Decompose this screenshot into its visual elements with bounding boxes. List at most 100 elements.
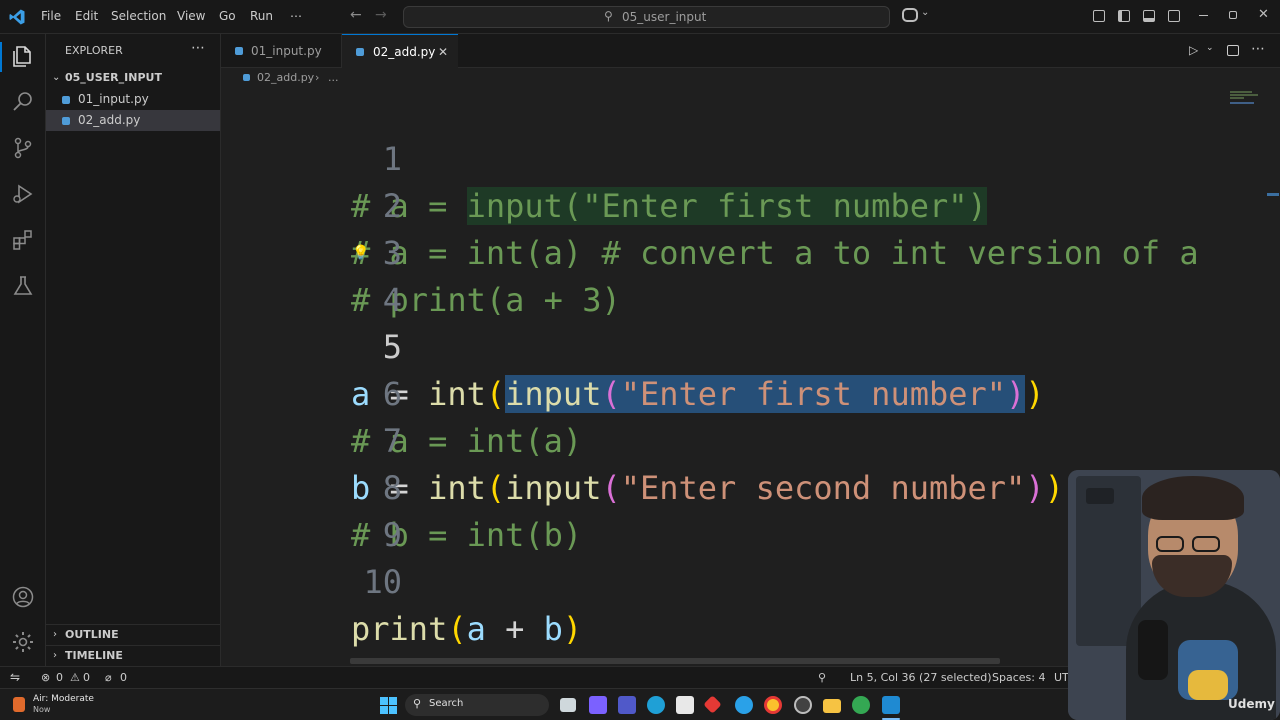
explorer-icon[interactable] bbox=[11, 44, 35, 68]
timeline-title: TIMELINE bbox=[65, 649, 123, 662]
vscode-taskbar-icon[interactable] bbox=[882, 696, 900, 714]
file-name: 01_input.py bbox=[78, 92, 149, 106]
taskbar-search-box[interactable]: ⚲ Search bbox=[405, 694, 549, 716]
breadcrumb-more[interactable]: ... bbox=[328, 71, 339, 84]
taskbar-search-label: Search bbox=[429, 698, 464, 709]
remote-icon[interactable]: ⇋ bbox=[10, 667, 20, 688]
toggle-sidebar-icon[interactable] bbox=[1118, 10, 1130, 22]
testing-flask-icon[interactable] bbox=[11, 274, 35, 298]
vscode-logo-icon bbox=[8, 8, 26, 26]
menu-selection[interactable]: Selection bbox=[111, 9, 166, 23]
zoom-icon[interactable]: ⚲ bbox=[818, 667, 826, 688]
split-editor-icon[interactable] bbox=[1227, 45, 1239, 56]
code-line: 6 # a = int(a) bbox=[221, 324, 582, 460]
close-tab-icon[interactable]: ✕ bbox=[438, 35, 448, 69]
minimap[interactable] bbox=[1230, 90, 1260, 104]
warning-count[interactable]: 0 bbox=[83, 667, 90, 688]
code-line: 10 print(a + b) bbox=[221, 512, 582, 648]
lightbulb-icon[interactable]: 💡 bbox=[352, 230, 369, 277]
error-icon[interactable]: ⊗ bbox=[41, 667, 50, 688]
teams-icon[interactable] bbox=[618, 696, 636, 714]
extensions-icon[interactable] bbox=[11, 228, 35, 252]
browser-icon[interactable] bbox=[735, 696, 753, 714]
ports-count[interactable]: 0 bbox=[120, 667, 127, 688]
more-actions-icon[interactable]: ⋯ bbox=[1251, 41, 1265, 57]
code-line: 9 bbox=[221, 465, 402, 554]
breadcrumb-file[interactable]: 02_add.py bbox=[257, 71, 314, 84]
code-text: # a = int(a) # convert a to int version … bbox=[351, 234, 1199, 272]
weather-title[interactable]: Air: Moderate bbox=[33, 694, 94, 704]
folder-row[interactable]: ⌄ 05_USER_INPUT bbox=[46, 67, 220, 88]
line-number: 1 bbox=[382, 140, 403, 178]
menu-view[interactable]: View bbox=[177, 9, 205, 23]
chrome-profile-icon[interactable] bbox=[852, 696, 870, 714]
timeline-section[interactable]: › TIMELINE bbox=[46, 645, 220, 666]
layout-icon[interactable] bbox=[1093, 10, 1105, 22]
search-icon[interactable] bbox=[11, 90, 35, 114]
tab-02-add[interactable]: 02_add.py ✕ bbox=[342, 34, 458, 69]
warning-icon[interactable]: ⚠ bbox=[70, 667, 80, 688]
file-name: 02_add.py bbox=[78, 113, 141, 127]
encoding[interactable]: UT bbox=[1054, 667, 1069, 688]
overview-ruler-marker bbox=[1267, 193, 1279, 196]
explorer-more-button[interactable]: ⋯ bbox=[191, 40, 205, 56]
file-row-01-input[interactable]: 01_input.py bbox=[46, 89, 220, 110]
file-row-02-add[interactable]: 02_add.py bbox=[46, 110, 220, 131]
webcam-device-icon bbox=[1086, 488, 1114, 504]
command-center-search[interactable]: ⚲ 05_user_input bbox=[403, 6, 890, 28]
windows-start-icon[interactable] bbox=[380, 697, 397, 714]
python-file-icon bbox=[62, 96, 70, 104]
editor-tab-bar: 01_input.py 02_add.py ✕ ▷ ⌄ ⋯ bbox=[221, 34, 1280, 69]
settings-app-icon[interactable] bbox=[794, 696, 812, 714]
source-control-icon[interactable] bbox=[11, 136, 35, 160]
forward-arrow-icon[interactable]: → bbox=[375, 7, 387, 23]
activity-bar bbox=[0, 34, 46, 666]
app-red-icon[interactable] bbox=[703, 695, 722, 714]
toggle-panel-icon[interactable] bbox=[1143, 10, 1155, 22]
edge-icon[interactable] bbox=[647, 696, 665, 714]
close-window-icon[interactable]: ✕ bbox=[1258, 7, 1269, 22]
menu-more[interactable]: ⋯ bbox=[290, 9, 302, 23]
horizontal-scrollbar[interactable] bbox=[350, 658, 1000, 664]
file-explorer-icon[interactable] bbox=[823, 699, 841, 713]
code-text: # a = input("Enter first number") bbox=[351, 187, 987, 225]
chevron-right-icon: › bbox=[53, 650, 57, 661]
chevron-down-icon[interactable]: ⌄ bbox=[1206, 43, 1214, 53]
tab-01-input[interactable]: 01_input.py bbox=[221, 34, 342, 68]
active-indicator bbox=[0, 42, 2, 72]
command-center-text: 05_user_input bbox=[622, 10, 707, 24]
menu-edit[interactable]: Edit bbox=[75, 9, 98, 23]
toggle-secondary-sidebar-icon[interactable] bbox=[1168, 10, 1180, 22]
menu-go[interactable]: Go bbox=[219, 9, 236, 23]
indentation[interactable]: Spaces: 4 bbox=[992, 667, 1045, 688]
weather-subtitle: Now bbox=[33, 705, 51, 714]
line-number: 4 bbox=[382, 281, 403, 319]
title-bar: File Edit Selection View Go Run ⋯ ← → ⚲ … bbox=[0, 0, 1280, 34]
line-number: 10 bbox=[363, 563, 403, 601]
chevron-down-icon[interactable]: ⌄ bbox=[921, 7, 929, 18]
error-count[interactable]: 0 bbox=[56, 667, 63, 688]
code-line: 1 # a = input("Enter first number") bbox=[221, 89, 987, 225]
code-text: a = int(input("Enter first number")) bbox=[351, 375, 1045, 413]
menu-run[interactable]: Run bbox=[250, 9, 273, 23]
restore-icon[interactable] bbox=[1229, 11, 1237, 19]
minimize-icon[interactable] bbox=[1199, 15, 1208, 16]
run-debug-icon[interactable] bbox=[11, 182, 35, 206]
line-number: 7 bbox=[382, 422, 403, 460]
gear-icon[interactable] bbox=[11, 630, 35, 654]
back-arrow-icon[interactable]: ← bbox=[350, 7, 362, 23]
menu-file[interactable]: File bbox=[41, 9, 61, 23]
outline-section[interactable]: › OUTLINE bbox=[46, 624, 220, 645]
task-view-icon[interactable] bbox=[560, 698, 576, 712]
chrome-icon[interactable] bbox=[764, 696, 782, 714]
store-icon[interactable] bbox=[676, 696, 694, 714]
ports-icon[interactable]: ⌀ bbox=[105, 667, 112, 688]
run-python-icon[interactable]: ▷ bbox=[1189, 43, 1198, 57]
account-icon[interactable] bbox=[11, 585, 35, 609]
explorer-title: EXPLORER bbox=[65, 44, 123, 57]
copilot-icon[interactable] bbox=[902, 8, 918, 22]
weather-icon[interactable] bbox=[13, 697, 25, 712]
copilot-app-icon[interactable] bbox=[589, 696, 607, 714]
search-icon: ⚲ bbox=[413, 697, 422, 710]
cursor-position[interactable]: Ln 5, Col 36 (27 selected) bbox=[850, 667, 992, 688]
